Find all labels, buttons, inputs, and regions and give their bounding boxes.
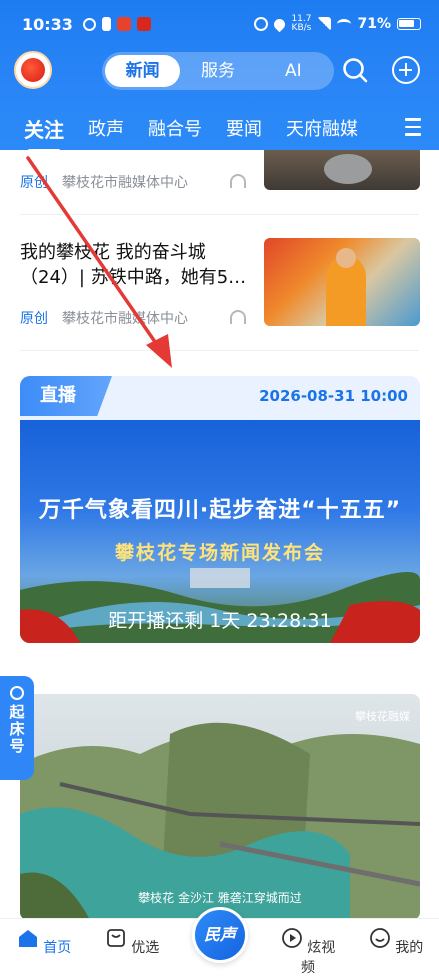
battery-percent: 71% — [357, 16, 391, 32]
app-notify-icon-2 — [136, 17, 151, 31]
video-thumbnail — [20, 694, 420, 920]
signal-icon — [317, 17, 332, 31]
search-icon[interactable] — [342, 57, 368, 83]
hourglass-icon — [101, 17, 111, 31]
segment-ai[interactable]: AI — [256, 55, 331, 87]
wake-up-float-button[interactable]: 起床号 — [0, 676, 34, 780]
live-card[interactable]: 直播 2026-08-31 10:00 万千气象看四川·起步奋进“十五五” 攀枝… — [20, 376, 420, 643]
home-icon — [18, 930, 37, 947]
original-tag: 原创 — [20, 311, 48, 327]
location-icon — [272, 16, 288, 32]
live-badge: 直播 — [20, 376, 112, 416]
video-watermark: 攀枝花融媒 — [355, 710, 410, 723]
add-icon[interactable] — [392, 56, 420, 84]
tab-media-account[interactable]: 融合号 — [148, 115, 202, 141]
tab-headlines[interactable]: 要闻 — [226, 115, 262, 141]
channel-tabs: 关注 政声 融合号 要闻 天府融媒 — [0, 110, 439, 152]
nav-video[interactable]: 炫视频 — [278, 927, 338, 977]
tab-tianfu-media[interactable]: 天府融媒 — [286, 115, 358, 141]
list-item-meta: 原创 攀枝花市融媒体中心 — [20, 172, 188, 192]
tab-politics[interactable]: 政声 — [88, 115, 124, 141]
shopping-bag-icon — [106, 929, 125, 947]
nav-home[interactable]: 首页 — [14, 927, 74, 957]
original-tag: 原创 — [20, 175, 48, 191]
segment-news[interactable]: 新闻 — [105, 55, 181, 87]
nav-selected[interactable]: 优选 — [102, 927, 162, 957]
live-banner[interactable]: 万千气象看四川·起步奋进“十五五” 攀枝花专场新闻发布会 距开播还剩 1天 23… — [20, 420, 420, 643]
bottom-navigation: 首页 优选 民声 炫视频 我的 — [0, 907, 439, 980]
live-datetime: 2026-08-31 10:00 — [259, 387, 408, 405]
headphone-icon[interactable] — [230, 310, 246, 324]
banner-subtitle: 攀枝花专场新闻发布会 — [114, 542, 325, 564]
alarm-icon — [254, 17, 269, 31]
status-time: 10:33 — [22, 14, 73, 34]
nav-mine[interactable]: 我的 — [366, 927, 426, 957]
status-bar: 10:33 11.7 KB/s 71% — [22, 12, 421, 36]
play-icon — [281, 928, 302, 948]
video-caption: 攀枝花 金沙江 雅砻江穿城而过 — [138, 891, 302, 905]
list-item-meta: 原创 攀枝花市融媒体中心 — [20, 308, 188, 328]
app-logo[interactable] — [14, 51, 52, 89]
source-label: 攀枝花市融媒体中心 — [62, 175, 188, 191]
app-header: 10:33 11.7 KB/s 71% 新闻 服务 AI 关注 政声 融合号 要… — [0, 0, 439, 152]
menu-icon[interactable] — [405, 118, 421, 136]
float-tag-label: 起床号 — [7, 704, 26, 755]
live-countdown: 距开播还剩 1天 23:28:31 — [108, 610, 332, 632]
battery-icon — [397, 18, 421, 30]
network-unit: KB/s — [291, 23, 312, 33]
source-label: 攀枝花市融媒体中心 — [62, 311, 188, 327]
profile-icon — [369, 928, 390, 948]
app-notify-icon — [116, 17, 131, 31]
video-card[interactable]: 攀枝花融媒 攀枝花 金沙江 雅砻江穿城而过 — [20, 694, 420, 920]
headphone-icon[interactable] — [230, 174, 246, 188]
news-service-switch: 新闻 服务 AI — [102, 52, 334, 90]
center-voice-button[interactable]: 民声 — [192, 907, 248, 963]
news-thumbnail[interactable] — [264, 238, 420, 326]
alarm-clock-icon — [10, 686, 24, 700]
wifi-icon — [337, 19, 352, 29]
notification-icon — [82, 17, 96, 31]
news-thumbnail[interactable] — [264, 150, 420, 190]
segment-service[interactable]: 服务 — [180, 55, 255, 87]
news-title[interactable]: 我的攀枝花 我的奋斗城（24）| 苏铁中路，她有5… — [20, 240, 252, 290]
tab-follow[interactable]: 关注 — [24, 114, 64, 152]
banner-title: 万千气象看四川·起步奋进“十五五” — [38, 498, 402, 523]
